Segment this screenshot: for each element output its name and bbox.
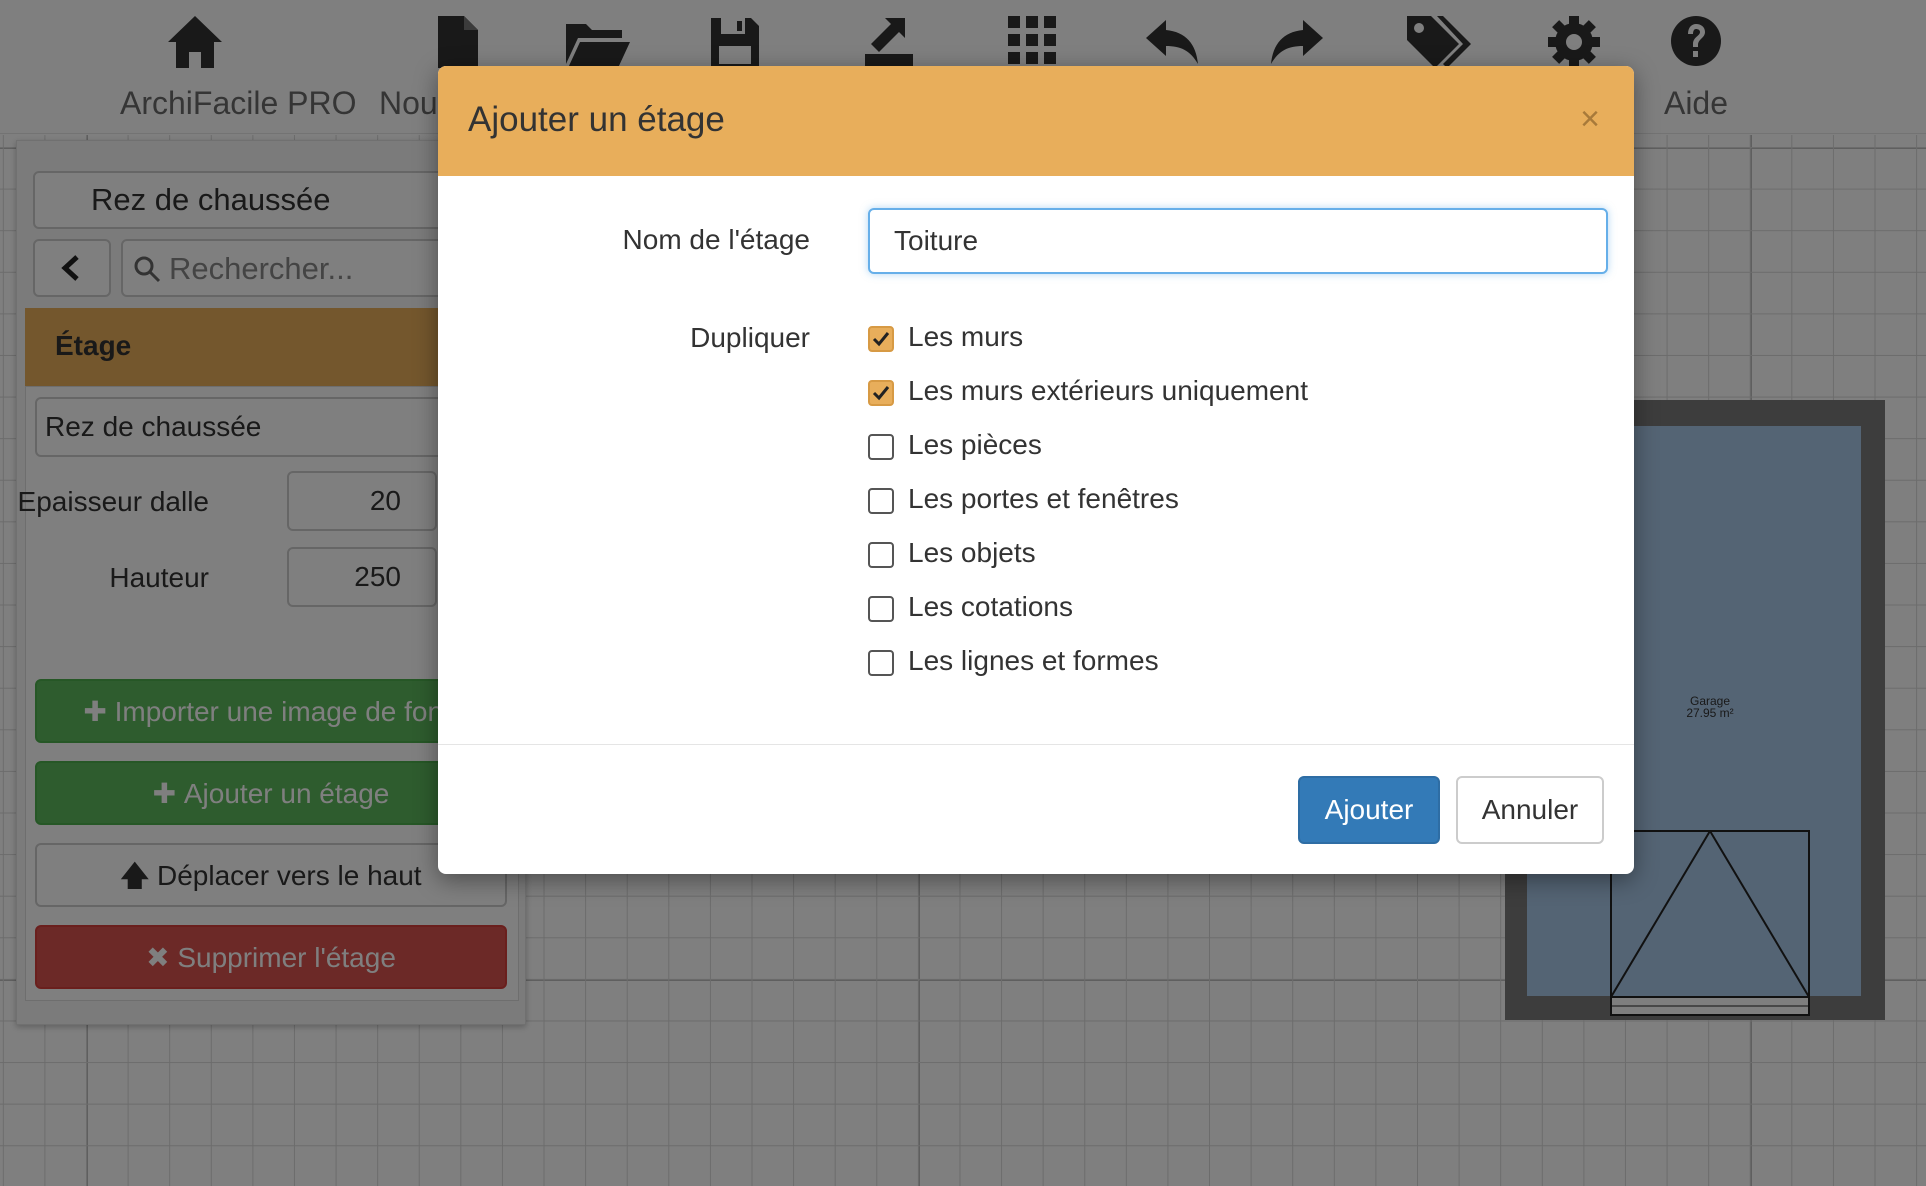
check-icon	[872, 386, 890, 401]
dialog-title: Ajouter un étage	[468, 100, 725, 139]
checkbox-checked[interactable]	[868, 326, 894, 352]
option-label: Les objets	[908, 537, 1036, 568]
check-icon	[872, 332, 890, 347]
option-label: Les murs extérieurs uniquement	[908, 375, 1308, 406]
option-label: Les cotations	[908, 591, 1073, 622]
floor-name-input[interactable]	[868, 208, 1608, 274]
option-label: Les pièces	[908, 429, 1042, 460]
checkbox-checked[interactable]	[868, 380, 894, 406]
checkbox[interactable]	[868, 434, 894, 460]
close-icon[interactable]: ×	[1580, 102, 1600, 136]
checkbox[interactable]	[868, 650, 894, 676]
floor-name-label: Nom de l'étage	[622, 224, 810, 255]
duplicate-label: Dupliquer	[690, 322, 810, 353]
option-label: Les lignes et formes	[908, 645, 1159, 676]
option-label: Les portes et fenêtres	[908, 483, 1179, 514]
checkbox[interactable]	[868, 542, 894, 568]
dialog-footer	[438, 744, 1634, 874]
cancel-button[interactable]: Annuler	[1456, 776, 1604, 844]
checkbox[interactable]	[868, 596, 894, 622]
add-button[interactable]: Ajouter	[1298, 776, 1440, 844]
dialog-header: Ajouter un étage ×	[438, 66, 1634, 176]
option-label: Les murs	[908, 321, 1024, 352]
add-floor-dialog: Ajouter un étage × Nom de l'étage Dupliq…	[438, 66, 1634, 874]
checkbox[interactable]	[868, 488, 894, 514]
